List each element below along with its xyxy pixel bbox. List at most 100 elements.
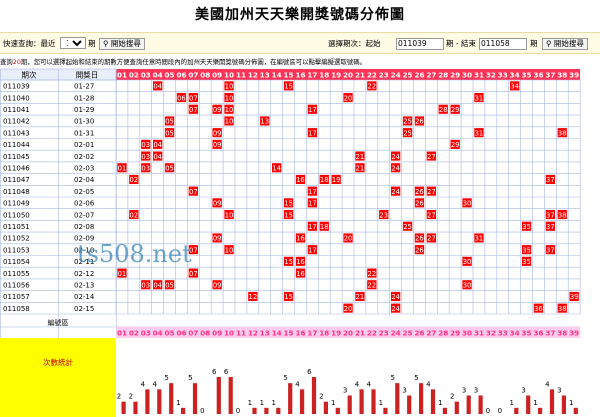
footer-number-15[interactable]: 15 xyxy=(284,328,294,337)
drawn-number: 04 xyxy=(153,141,162,149)
footer-number-06[interactable]: 06 xyxy=(176,328,186,337)
drawn-number: 05 xyxy=(165,282,174,290)
count-bar xyxy=(419,383,424,414)
number-header-10: 10 xyxy=(224,71,234,80)
drawn-number: 16 xyxy=(296,176,305,184)
footer-number-12[interactable]: 12 xyxy=(248,328,258,337)
footer-number-28[interactable]: 28 xyxy=(438,328,448,337)
footer-number-38[interactable]: 38 xyxy=(557,328,567,337)
drawn-number: 09 xyxy=(213,200,222,208)
number-header-11: 11 xyxy=(236,71,246,80)
drawn-number: 03 xyxy=(141,282,150,290)
number-header-20: 20 xyxy=(343,71,353,80)
drawn-number: 37 xyxy=(546,246,555,254)
drawn-number: 17 xyxy=(308,223,317,231)
count-bar xyxy=(359,389,364,414)
count-bar xyxy=(549,389,555,414)
drawn-number: 21 xyxy=(356,293,365,301)
drawn-number: 15 xyxy=(284,258,293,266)
footer-number-04[interactable]: 04 xyxy=(153,328,163,337)
footer-number-32[interactable]: 32 xyxy=(486,328,496,337)
footer-number-27[interactable]: 27 xyxy=(426,328,436,337)
count-label: 2 xyxy=(117,393,121,401)
footer-number-36[interactable]: 36 xyxy=(533,328,543,337)
count-label: 5 xyxy=(283,374,287,382)
drawn-number: 03 xyxy=(141,165,150,173)
footer-number-17[interactable]: 17 xyxy=(307,328,317,337)
date-cell: 01-30 xyxy=(74,118,94,126)
drawn-number: 04 xyxy=(153,83,162,91)
drawn-number: 18 xyxy=(320,223,329,231)
footer-number-30[interactable]: 30 xyxy=(462,328,472,337)
stats-label: 次數統計 xyxy=(43,357,73,367)
drawn-number: 38 xyxy=(558,305,567,313)
drawn-number: 17 xyxy=(308,246,317,254)
count-bar xyxy=(371,389,376,414)
count-label: 4 xyxy=(545,380,550,388)
footer-number-33[interactable]: 33 xyxy=(498,328,508,337)
footer-number-07[interactable]: 07 xyxy=(188,328,198,337)
footer-number-13[interactable]: 13 xyxy=(260,328,270,337)
drawn-number: 04 xyxy=(153,153,162,161)
count-bar xyxy=(407,395,412,414)
drawn-number: 02 xyxy=(130,211,139,219)
footer-number-09[interactable]: 09 xyxy=(212,328,222,337)
drawn-number: 15 xyxy=(284,83,293,91)
drawn-number: 27 xyxy=(427,153,436,161)
period-cell: 011052 xyxy=(3,235,30,243)
footer-number-34[interactable]: 34 xyxy=(510,328,520,337)
footer-number-10[interactable]: 10 xyxy=(224,328,234,337)
drawn-number: 24 xyxy=(391,153,400,161)
count-label: 1 xyxy=(569,399,573,407)
number-header-38: 38 xyxy=(557,71,567,80)
footer-number-26[interactable]: 26 xyxy=(414,328,424,337)
footer-number-22[interactable]: 22 xyxy=(367,328,377,337)
footer-number-01[interactable]: 01 xyxy=(117,328,127,337)
footer-number-18[interactable]: 18 xyxy=(319,328,329,337)
count-label: 2 xyxy=(319,393,323,401)
footer-number-16[interactable]: 16 xyxy=(295,328,305,337)
footer-number-14[interactable]: 14 xyxy=(272,328,282,337)
number-header-24: 24 xyxy=(391,71,401,80)
count-label: 3 xyxy=(474,387,478,395)
footer-number-31[interactable]: 31 xyxy=(474,328,484,337)
count-bar xyxy=(478,395,483,414)
number-header-23: 23 xyxy=(379,71,389,80)
drawn-number: 29 xyxy=(451,106,460,114)
footer-number-02[interactable]: 02 xyxy=(129,328,139,337)
footer-number-05[interactable]: 05 xyxy=(165,328,175,337)
count-label: 4 xyxy=(141,380,146,388)
drawn-number: 24 xyxy=(391,293,400,301)
footer-number-29[interactable]: 29 xyxy=(450,328,460,337)
footer-number-03[interactable]: 03 xyxy=(141,328,151,337)
footer-number-19[interactable]: 19 xyxy=(331,328,341,337)
number-header-15: 15 xyxy=(284,71,294,80)
drawn-number: 15 xyxy=(284,293,293,301)
footer-number-39[interactable]: 39 xyxy=(569,328,579,337)
count-bar xyxy=(133,401,138,414)
footer-number-37[interactable]: 37 xyxy=(545,328,555,337)
drawn-number: 38 xyxy=(558,129,567,137)
drawn-number: 31 xyxy=(475,94,484,102)
footer-number-08[interactable]: 08 xyxy=(200,328,210,337)
footer-number-24[interactable]: 24 xyxy=(391,328,401,337)
footer-number-35[interactable]: 35 xyxy=(522,328,532,337)
drawn-number: 10 xyxy=(225,118,234,126)
drawn-number: 25 xyxy=(403,223,412,231)
drawn-number: 34 xyxy=(510,83,519,91)
number-header-34: 34 xyxy=(510,71,520,80)
drawn-number: 16 xyxy=(296,235,305,243)
count-label: 4 xyxy=(152,380,157,388)
number-header-29: 29 xyxy=(450,71,460,80)
period-cell: 011047 xyxy=(3,176,30,184)
footer-number-20[interactable]: 20 xyxy=(343,328,353,337)
footer-number-23[interactable]: 23 xyxy=(379,328,389,337)
footer-number-25[interactable]: 25 xyxy=(403,328,413,337)
drawn-number: 26 xyxy=(415,246,424,254)
number-header-39: 39 xyxy=(569,71,579,80)
footer-number-21[interactable]: 21 xyxy=(355,328,365,337)
number-header-19: 19 xyxy=(331,71,341,80)
number-header-03: 03 xyxy=(141,71,151,80)
footer-number-11[interactable]: 11 xyxy=(236,328,246,337)
count-bar xyxy=(430,389,436,414)
